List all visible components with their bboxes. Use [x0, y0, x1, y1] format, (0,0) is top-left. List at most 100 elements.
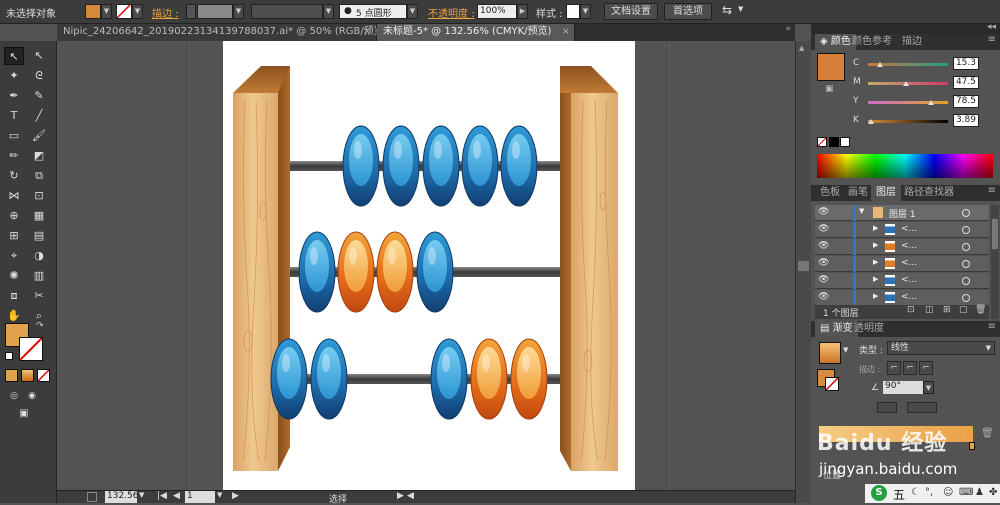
stroke-dropdown[interactable]: ▼ [132, 4, 143, 19]
brush-dropdown[interactable]: ▼ [407, 4, 418, 19]
free-transform-tool-icon[interactable]: ⊡ [29, 187, 49, 205]
target-circle-icon[interactable] [962, 226, 970, 234]
mesh-tool-icon[interactable]: ⊞ [4, 227, 24, 245]
black-color-icon[interactable] [829, 137, 839, 147]
layer-row[interactable]: 👁 ▶ <... [815, 290, 989, 306]
panel-menu-icon[interactable]: ≡ [988, 321, 996, 332]
scroll-thumb[interactable] [798, 261, 809, 271]
draw-normal-icon[interactable]: ◎ [4, 387, 24, 405]
direct-selection-tool-icon[interactable]: ↖ [29, 47, 49, 65]
lasso-tool-icon[interactable]: ᘓ [29, 67, 49, 85]
column-graph-tool-icon[interactable]: ▥ [29, 267, 49, 285]
sublayer-name[interactable]: <... [901, 224, 917, 234]
moon-icon[interactable]: ☾ [911, 487, 920, 498]
visibility-eye-icon[interactable]: 👁 [818, 224, 829, 234]
slider-track[interactable] [868, 101, 948, 104]
zoom-dropdown-icon[interactable]: ▼ [139, 491, 144, 499]
target-circle-icon[interactable] [962, 294, 970, 302]
stroke-within-icon[interactable]: ⌐ [887, 361, 901, 375]
stroke-swatch[interactable] [116, 4, 132, 19]
emoji-icon[interactable]: ☺ [943, 487, 953, 498]
slider-thumb[interactable] [868, 119, 875, 124]
close-icon[interactable]: × [363, 24, 371, 40]
visibility-eye-icon[interactable]: 👁 [818, 207, 829, 217]
stroke-across-icon[interactable]: ⌐ [919, 361, 933, 375]
delete-layer-icon[interactable]: 🗑 [975, 305, 986, 315]
user-icon[interactable]: ♟ [975, 487, 984, 498]
new-layer-icon[interactable]: ▢ [959, 305, 968, 315]
layer-name[interactable]: 图层 1 [889, 207, 916, 220]
artboard-nav-icon[interactable] [87, 492, 97, 502]
scale-tool-icon[interactable]: ⧉ [29, 167, 49, 185]
gradient-preview[interactable] [819, 342, 841, 364]
next-artboard-icon[interactable]: ▶ [232, 491, 239, 501]
sogou-icon[interactable]: S [871, 485, 887, 501]
slider-thumb[interactable] [903, 81, 909, 86]
tab-color-guide[interactable]: 颜色参考 [847, 34, 897, 50]
document-settings-button[interactable]: 文档设置 [604, 3, 658, 20]
none-color-icon[interactable] [817, 137, 827, 147]
gradient-type-select[interactable]: 线性 ▼ [887, 341, 995, 355]
width-tool-icon[interactable]: ⋈ [4, 187, 24, 205]
layer-row[interactable]: 👁 ▶ <... [815, 239, 989, 255]
tab-swatches[interactable]: 色板 [815, 185, 845, 201]
shape-builder-tool-icon[interactable]: ⊕ [4, 207, 24, 225]
screen-mode-icon[interactable]: ▣ [14, 405, 34, 423]
aspect-value-field[interactable] [907, 402, 937, 413]
close-icon[interactable]: × [562, 24, 570, 40]
stroke-proxy-icon[interactable]: ▣ [825, 84, 834, 94]
slice-tool-icon[interactable]: ✂ [29, 287, 49, 305]
layer-row-main[interactable]: 👁 ▼ 图层 1 [815, 205, 989, 221]
tools-icon[interactable]: ✤ [989, 487, 997, 498]
line-tool-icon[interactable]: ╱ [29, 107, 49, 125]
tab-pathfinder[interactable]: 路径查找器 [899, 185, 959, 201]
stroke-weight-field[interactable] [197, 4, 233, 19]
tabs-overflow-icon[interactable]: » [785, 24, 791, 34]
opacity-label[interactable]: 不透明度 : [428, 5, 475, 20]
sublayer-name[interactable]: <... [901, 258, 917, 268]
gradient-dropdown-icon[interactable]: ▼ [843, 346, 848, 354]
target-circle-icon[interactable] [962, 277, 970, 285]
layers-scrollbar[interactable] [991, 205, 999, 319]
angle-field[interactable]: 90° [883, 381, 923, 394]
arrange-icon[interactable]: ⇆ [722, 3, 732, 17]
tab-brushes[interactable]: 画笔 [843, 185, 873, 201]
collapse-triangle-icon[interactable]: ▼ [859, 207, 864, 215]
swap-colors-icon[interactable]: ↷ [36, 321, 44, 331]
expand-triangle-icon[interactable]: ▶ [873, 292, 878, 300]
prev-artboard-icon[interactable]: ◀ [173, 491, 180, 501]
arrange-dropdown-icon[interactable]: ▼ [738, 5, 743, 13]
target-circle-icon[interactable] [962, 260, 970, 268]
stroke-weight-label[interactable]: 描边 : [152, 5, 179, 20]
scroll-up-icon[interactable]: ▲ [799, 44, 804, 52]
sublayer-name[interactable]: <... [901, 292, 917, 302]
panel-menu-icon[interactable]: ≡ [988, 34, 996, 45]
gradient-stop[interactable] [969, 442, 975, 450]
visibility-eye-icon[interactable]: 👁 [818, 275, 829, 285]
channel-value[interactable]: 3.89 [953, 114, 979, 127]
channel-value[interactable]: 47.5 [953, 76, 979, 89]
stroke-along-icon[interactable]: ⌐ [903, 361, 917, 375]
visibility-eye-icon[interactable]: 👁 [818, 241, 829, 251]
new-sublayer-icon[interactable]: ⊞ [943, 305, 951, 315]
expand-triangle-icon[interactable]: ▶ [873, 224, 878, 232]
color-fill-swatch[interactable] [817, 53, 845, 81]
artboard-dropdown-icon[interactable]: ▼ [217, 491, 222, 499]
channel-value[interactable]: 15.3 [953, 57, 979, 70]
opacity-dropdown[interactable]: ▶ [517, 4, 528, 19]
target-circle-icon[interactable] [962, 209, 970, 217]
gradient-mode-icon[interactable] [21, 369, 34, 382]
clipping-mask-icon[interactable]: ◫ [925, 305, 934, 315]
blend-tool-icon[interactable]: ◑ [29, 247, 49, 265]
stroke-weight-stepper[interactable] [186, 4, 196, 19]
magic-wand-tool-icon[interactable]: ✦ [4, 67, 24, 85]
expand-triangle-icon[interactable]: ▶ [873, 241, 878, 249]
none-mode-icon[interactable] [37, 369, 50, 382]
rectangle-tool-icon[interactable]: ▭ [4, 127, 24, 145]
tab-stroke[interactable]: 描边 [897, 34, 927, 50]
canvas-area[interactable] [57, 41, 795, 490]
gradient-tool-icon[interactable]: ▤ [29, 227, 49, 245]
stroke-weight-dropdown[interactable]: ▼ [233, 4, 244, 19]
target-circle-icon[interactable] [962, 243, 970, 251]
eraser-tool-icon[interactable]: ◩ [29, 147, 49, 165]
